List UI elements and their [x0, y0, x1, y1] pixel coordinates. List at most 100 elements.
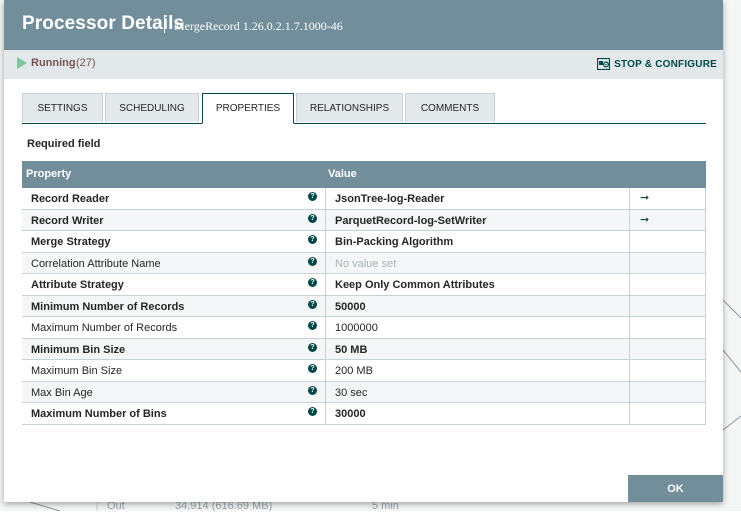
column-divider	[325, 209, 326, 230]
property-name: Minimum Number of Records	[31, 300, 185, 313]
stop-configure-icon	[597, 58, 611, 70]
dialog-title: Processor Details	[22, 13, 185, 34]
tab-comments[interactable]: COMMENTS	[405, 93, 495, 122]
property-value[interactable]: 30000	[335, 408, 366, 420]
column-divider	[629, 274, 630, 295]
dialog-header: Processor Details MergeRecord 1.26.0.2.1…	[4, 0, 723, 50]
property-name: Correlation Attribute Name	[31, 257, 161, 270]
help-icon[interactable]: ?	[308, 192, 317, 201]
run-status: Running	[31, 57, 76, 69]
column-divider	[705, 252, 706, 273]
table-row[interactable]: Maximum Bin Size? 200 MB	[22, 360, 706, 382]
stop-and-configure-button[interactable]: STOP & CONFIGURE	[597, 56, 717, 72]
column-divider	[629, 360, 630, 381]
required-field-note: Required field	[27, 138, 101, 150]
column-divider	[705, 381, 706, 402]
property-name: Max Bin Age	[31, 386, 93, 399]
help-icon[interactable]: ?	[308, 299, 317, 309]
column-header-value: Value	[328, 168, 357, 180]
help-icon[interactable]: ?	[308, 256, 317, 266]
property-name: Attribute Strategy	[31, 279, 124, 291]
column-divider	[705, 188, 706, 209]
table-row[interactable]: Maximum Number of Records? 1000000	[22, 317, 706, 339]
table-row[interactable]: Minimum Bin Size? 50 MB	[22, 338, 706, 360]
property-value[interactable]: 50000	[335, 301, 366, 313]
help-icon[interactable]: ?	[308, 364, 317, 373]
property-value[interactable]: 50 MB	[335, 344, 367, 356]
column-divider	[629, 295, 630, 316]
help-icon[interactable]: ?	[308, 407, 317, 416]
table-row[interactable]: Merge Strategy? Bin-Packing Algorithm	[22, 231, 706, 253]
table-row[interactable]: Record Writer? ParquetRecord-log-SetWrite…	[22, 209, 706, 231]
property-value[interactable]: 30 sec	[335, 387, 367, 399]
title-separator	[164, 16, 165, 33]
property-name: Maximum Number of Bins	[31, 408, 167, 420]
tab-scheduling[interactable]: SCHEDULING	[105, 93, 199, 122]
column-divider	[325, 274, 326, 295]
help-icon[interactable]: ?	[308, 385, 317, 395]
column-divider	[705, 403, 706, 424]
column-divider	[705, 274, 706, 295]
column-divider	[325, 252, 326, 273]
column-divider	[325, 403, 326, 424]
property-value[interactable]: JsonTree-log-Reader	[335, 193, 444, 205]
column-divider	[629, 338, 630, 359]
tab-properties[interactable]: PROPERTIES	[202, 93, 294, 124]
tab-relationships[interactable]: RELATIONSHIPS	[296, 93, 403, 122]
column-divider	[325, 338, 326, 359]
running-play-icon	[17, 57, 27, 69]
go-to-service-arrow-icon[interactable]: ➞	[640, 191, 649, 204]
tab-settings[interactable]: SETTINGS	[22, 93, 103, 122]
help-icon[interactable]: ?	[308, 235, 317, 244]
property-name: Record Writer	[31, 214, 104, 227]
table-row[interactable]: Correlation Attribute Name? No value set	[22, 252, 706, 274]
column-header-property: Property	[26, 168, 72, 180]
go-to-service-arrow-icon[interactable]: ➞	[640, 213, 649, 226]
tab-comments-label: COMMENTS	[420, 102, 480, 114]
column-divider	[629, 381, 630, 402]
table-row[interactable]: Max Bin Age? 30 sec	[22, 381, 706, 403]
property-value[interactable]: 1000000	[335, 322, 378, 334]
dialog-tabs: SETTINGS SCHEDULING PROPERTIES RELATIONS…	[22, 93, 706, 124]
property-value[interactable]: No value set	[335, 258, 396, 270]
tab-relationships-label: RELATIONSHIPS	[309, 102, 390, 114]
processor-details-dialog: Processor Details MergeRecord 1.26.0.2.1…	[4, 0, 723, 502]
column-divider	[629, 403, 630, 424]
ok-button[interactable]: OK	[628, 475, 723, 502]
column-divider	[705, 338, 706, 359]
column-divider	[325, 231, 326, 252]
column-divider	[705, 317, 706, 338]
help-icon[interactable]: ?	[308, 278, 317, 287]
property-value[interactable]: Bin-Packing Algorithm	[335, 236, 453, 248]
column-divider	[705, 360, 706, 381]
help-icon[interactable]: ?	[308, 321, 317, 330]
column-divider	[325, 317, 326, 338]
table-row[interactable]: Attribute Strategy? Keep Only Common Attr…	[22, 274, 706, 296]
property-value[interactable]: ParquetRecord-log-SetWriter	[335, 215, 486, 227]
column-divider	[629, 231, 630, 252]
table-row[interactable]: Maximum Number of Bins? 30000	[22, 403, 706, 425]
tab-settings-label: SETTINGS	[37, 102, 88, 114]
column-divider	[325, 381, 326, 402]
property-name: Merge Strategy	[31, 236, 111, 248]
stop-and-configure-label: STOP & CONFIGURE	[614, 58, 717, 70]
table-row[interactable]: Record Reader? JsonTree-log-Reader ➞	[22, 188, 706, 210]
property-value[interactable]: 200 MB	[335, 365, 373, 377]
help-icon[interactable]: ?	[308, 342, 317, 352]
column-divider	[629, 188, 630, 209]
column-divider	[629, 317, 630, 338]
column-divider	[705, 209, 706, 230]
help-icon[interactable]: ?	[308, 213, 317, 223]
column-divider	[325, 188, 326, 209]
property-value[interactable]: Keep Only Common Attributes	[335, 279, 495, 291]
column-divider	[629, 252, 630, 273]
property-name: Maximum Number of Records	[31, 322, 178, 334]
tab-scheduling-label: SCHEDULING	[119, 102, 185, 114]
ok-button-label: OK	[667, 482, 684, 495]
column-divider	[325, 295, 326, 316]
column-divider	[325, 360, 326, 381]
column-divider	[705, 231, 706, 252]
table-row[interactable]: Minimum Number of Records? 50000	[22, 295, 706, 317]
properties-table-body: Record Reader? JsonTree-log-Reader ➞ Record…	[22, 188, 706, 425]
properties-table-header: Property Value	[22, 161, 706, 188]
